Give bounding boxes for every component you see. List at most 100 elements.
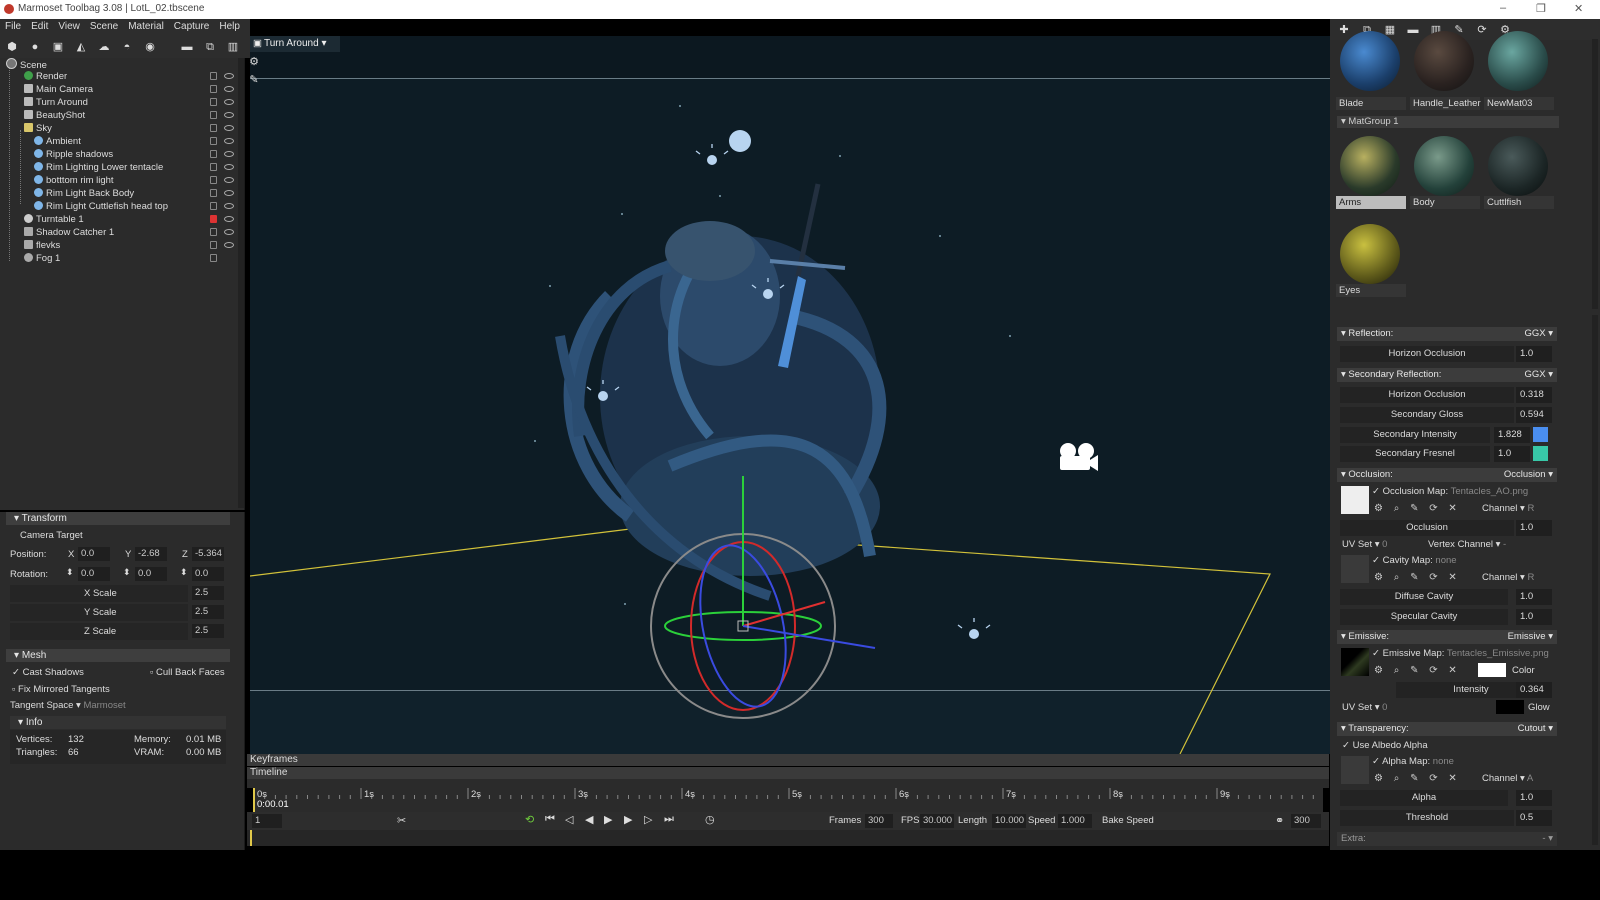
- transparency-header[interactable]: ▾ Transparency: Cutout ▾: [1337, 722, 1557, 736]
- emissive-intensity-field[interactable]: 0.364: [1516, 682, 1552, 698]
- pencil-tool-icon[interactable]: ✎: [248, 74, 260, 86]
- settings-gear-icon[interactable]: ⚙: [248, 56, 260, 68]
- loop-icon[interactable]: ⟲: [525, 813, 534, 826]
- alpha-field[interactable]: 1.0: [1516, 790, 1552, 806]
- bake-speed-button[interactable]: Bake Speed: [1102, 815, 1154, 826]
- rotation-x-field[interactable]: 0.0: [78, 567, 110, 581]
- frame-field[interactable]: 1: [252, 814, 282, 828]
- occlusion-uvset-dropdown[interactable]: UV Set ▾ 0: [1342, 539, 1387, 550]
- tree-item-render[interactable]: Render: [24, 71, 264, 84]
- cavity-map-tools[interactable]: ⚙ ⌕ ✎ ⟳ ✕: [1374, 572, 1461, 583]
- alpha-map-checkbox[interactable]: ✓ Alpha Map: none: [1372, 756, 1454, 767]
- tangent-space-dropdown[interactable]: Tangent Space ▾ Marmoset: [10, 700, 126, 711]
- reflection-mode-dropdown[interactable]: GGX ▾: [1524, 327, 1553, 341]
- material-cuttlfish[interactable]: Cuttlfish: [1484, 134, 1554, 209]
- material-handle-leather[interactable]: Handle_Leather: [1410, 31, 1481, 114]
- diffuse-cavity-field[interactable]: 1.0: [1516, 589, 1552, 605]
- transform-header[interactable]: ▾ Transform: [6, 512, 230, 525]
- timeline-scrub-track[interactable]: [247, 830, 1329, 846]
- tree-item-flevks[interactable]: flevks: [24, 240, 264, 253]
- alpha-map-thumbnail[interactable]: [1341, 756, 1369, 784]
- emissive-uvset-dropdown[interactable]: UV Set ▾ 0: [1342, 702, 1387, 713]
- refresh-material-icon[interactable]: ⟳: [1476, 24, 1488, 36]
- frames-field[interactable]: 300: [865, 814, 893, 828]
- secondary-fresnel-field[interactable]: 1.0: [1494, 446, 1530, 462]
- last-frame-icon[interactable]: ⏭: [664, 813, 674, 826]
- secondary-horizon-slider[interactable]: Horizon Occlusion: [1340, 387, 1514, 403]
- open-folder-icon[interactable]: ▬: [181, 41, 193, 53]
- secondary-gloss-slider[interactable]: Secondary Gloss: [1340, 407, 1514, 423]
- specular-cavity-slider[interactable]: Specular Cavity: [1340, 609, 1508, 625]
- camera-target-label[interactable]: Camera Target: [20, 530, 83, 541]
- vertex-channel-dropdown[interactable]: Vertex Channel ▾ -: [1428, 539, 1506, 550]
- keyframes-bar[interactable]: Keyframes: [247, 754, 1329, 766]
- diffuse-cavity-slider[interactable]: Diffuse Cavity: [1340, 589, 1508, 605]
- add-shadow-catcher-icon[interactable]: ◭: [75, 41, 87, 53]
- next-key-icon[interactable]: ▷: [644, 813, 652, 826]
- secondary-reflection-header[interactable]: ▾ Secondary Reflection: GGX ▾: [1337, 368, 1557, 382]
- tree-item-turntable[interactable]: Turntable 1: [24, 214, 264, 227]
- camera-select-dropdown[interactable]: ▣ Turn Around ▾: [250, 36, 340, 52]
- rotation-z-stepper[interactable]: ⬍: [180, 567, 188, 578]
- cast-shadows-checkbox[interactable]: ✓ Cast Shadows: [12, 667, 84, 678]
- rotation-z-field[interactable]: 0.0: [192, 567, 224, 581]
- material-props-scrollbar[interactable]: [1592, 315, 1598, 845]
- material-list-scrollbar[interactable]: [1592, 39, 1598, 309]
- add-material-icon[interactable]: ✚: [1338, 24, 1350, 36]
- trim-icon[interactable]: ✂: [397, 814, 406, 827]
- add-light-icon[interactable]: ●: [29, 41, 41, 53]
- position-y-field[interactable]: -2.68: [135, 547, 167, 561]
- occlusion-mode-dropdown[interactable]: Occlusion ▾: [1504, 468, 1553, 482]
- occlusion-map-thumbnail[interactable]: [1341, 486, 1369, 514]
- fix-mirrored-checkbox[interactable]: ▫ Fix Mirrored Tangents: [12, 684, 110, 695]
- menu-edit[interactable]: Edit: [26, 19, 53, 34]
- timeline-bar[interactable]: Timeline: [247, 767, 1329, 779]
- rotation-y-stepper[interactable]: ⬍: [123, 567, 131, 578]
- menu-file[interactable]: File: [0, 19, 26, 34]
- cavity-map-checkbox[interactable]: ✓ Cavity Map: none: [1372, 555, 1457, 566]
- emissive-map-thumbnail[interactable]: [1341, 648, 1369, 676]
- prev-frame-icon[interactable]: ◀: [585, 813, 593, 826]
- tree-item-scene[interactable]: Scene: [6, 58, 246, 71]
- secondary-mode-dropdown[interactable]: GGX ▾: [1524, 368, 1553, 382]
- outliner-scrollbar[interactable]: [238, 58, 244, 508]
- emissive-mode-dropdown[interactable]: Emissive ▾: [1508, 630, 1553, 644]
- y-scale-field[interactable]: 2.5: [192, 605, 224, 619]
- material-folder-icon[interactable]: ▬: [1407, 24, 1419, 36]
- minimize-button[interactable]: –: [1500, 2, 1506, 14]
- add-camera-icon[interactable]: ▣: [52, 41, 64, 53]
- alpha-channel-dropdown[interactable]: Channel ▾ A: [1482, 773, 1533, 784]
- emissive-map-checkbox[interactable]: ✓ Emissive Map: Tentacles_Emissive.png: [1372, 648, 1549, 659]
- menu-help[interactable]: Help: [214, 19, 245, 34]
- menu-scene[interactable]: Scene: [85, 19, 123, 34]
- secondary-intensity-field[interactable]: 1.828: [1494, 427, 1530, 443]
- cull-back-faces-checkbox[interactable]: ▫ Cull Back Faces: [150, 667, 225, 678]
- horizon-occlusion-slider[interactable]: Horizon Occlusion: [1340, 346, 1514, 362]
- fps-field[interactable]: 30.000: [920, 814, 954, 828]
- close-button[interactable]: ✕: [1574, 2, 1583, 15]
- duplicate-icon[interactable]: ⧉: [204, 41, 216, 53]
- occlusion-map-checkbox[interactable]: ✓ Occlusion Map: Tentacles_AO.png: [1372, 486, 1528, 497]
- glow-color-swatch[interactable]: [1496, 700, 1524, 714]
- link-icon[interactable]: ⚭: [1275, 814, 1284, 827]
- emissive-header[interactable]: ▾ Emissive: Emissive ▾: [1337, 630, 1557, 644]
- secondary-intensity-color-swatch[interactable]: [1533, 427, 1548, 442]
- restore-button[interactable]: ❐: [1536, 2, 1546, 15]
- tree-item-main-camera[interactable]: Main Camera: [24, 84, 264, 97]
- menu-view[interactable]: View: [53, 19, 85, 34]
- next-frame-icon[interactable]: ▶: [624, 813, 632, 826]
- material-eyes[interactable]: Eyes: [1336, 222, 1406, 297]
- position-x-field[interactable]: 0.0: [78, 547, 110, 561]
- rotation-y-field[interactable]: 0.0: [135, 567, 167, 581]
- menu-material[interactable]: Material: [123, 19, 169, 34]
- material-newmat03[interactable]: NewMat03: [1484, 31, 1554, 114]
- occlusion-map-tools[interactable]: ⚙ ⌕ ✎ ⟳ ✕: [1374, 503, 1461, 514]
- material-arms[interactable]: Arms: [1336, 134, 1406, 209]
- extra-header[interactable]: Extra: - ▾: [1337, 832, 1557, 846]
- add-turntable-icon[interactable]: ◓: [121, 41, 133, 53]
- timer-icon[interactable]: ◷: [705, 813, 715, 826]
- end-frame-field[interactable]: 300: [1291, 814, 1321, 828]
- emissive-color-swatch[interactable]: [1478, 663, 1506, 677]
- add-fog-icon[interactable]: ☁: [98, 41, 110, 53]
- matgroup-header[interactable]: ▾ MatGroup 1: [1337, 116, 1559, 128]
